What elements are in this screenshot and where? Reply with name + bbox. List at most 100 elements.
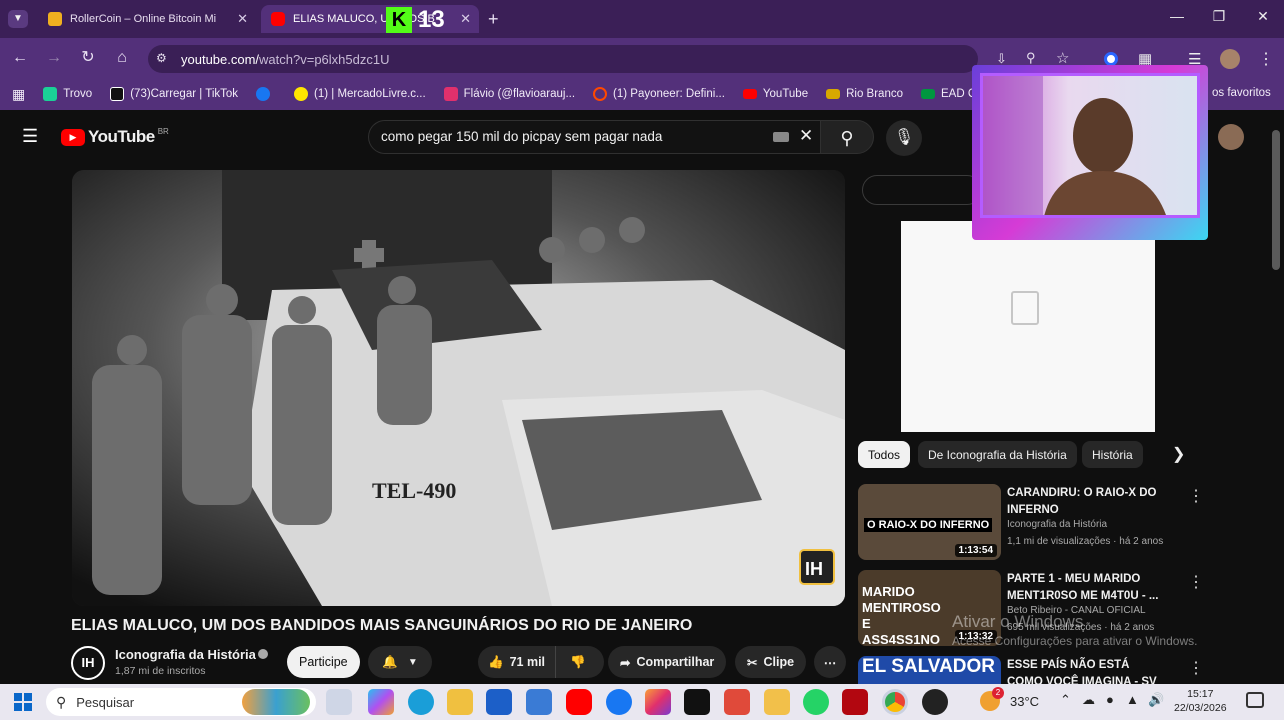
taskbar-search-placeholder: Pesquisar: [76, 694, 135, 710]
chevron-up-icon[interactable]: ⌃: [1060, 692, 1071, 708]
obs-icon[interactable]: [922, 689, 948, 715]
tab-close-icon[interactable]: ✕: [460, 11, 471, 27]
chip-historia[interactable]: História: [1082, 441, 1143, 468]
more-options-icon[interactable]: ⋮: [1188, 486, 1204, 506]
notification-icon[interactable]: [1246, 692, 1264, 708]
chevron-right-icon[interactable]: ❯: [1172, 444, 1185, 464]
recommended-video[interactable]: EL SALVADOR ESSE PAÍS NÃO ESTÁ COMO VOCÊ…: [858, 656, 1278, 684]
notifications-button[interactable]: 🔔 ▼: [368, 646, 432, 678]
bookmark-riobranco[interactable]: Rio Branco: [826, 88, 903, 100]
bookmark-tiktok[interactable]: (73)Carregar | TikTok: [110, 87, 238, 101]
recommended-meta: 1,1 mi de visualizações · há 2 anos: [1007, 536, 1164, 547]
facebook-app-icon[interactable]: [606, 689, 632, 715]
wifi-icon[interactable]: ▲: [1126, 692, 1139, 707]
tab-rollercoin[interactable]: RollerCoin – Online Bitcoin Mi ✕: [38, 5, 256, 33]
youtube-favicon: [271, 12, 285, 26]
chrome-icon[interactable]: [882, 689, 908, 715]
youtube-play-icon: ▶: [61, 128, 85, 146]
scissors-icon: ✂: [747, 655, 758, 670]
bookmark-label: Rio Branco: [846, 88, 903, 100]
reload-icon[interactable]: ↻: [78, 48, 98, 68]
trovo-icon: [43, 87, 58, 101]
forward-arrow-icon[interactable]: →: [44, 48, 64, 68]
taskbar-search-input[interactable]: ⚲ Pesquisar: [46, 688, 316, 716]
site-info-icon[interactable]: ⚙: [156, 51, 167, 65]
all-bookmarks-link[interactable]: os favoritos: [1212, 87, 1271, 99]
voice-search-button[interactable]: 🎙: [886, 120, 922, 156]
search-button[interactable]: ⚲: [820, 120, 874, 154]
tab-search-button[interactable]: ▼: [8, 10, 28, 28]
clear-search-icon[interactable]: ✕: [799, 126, 813, 146]
pdf-app-icon[interactable]: [724, 689, 750, 715]
task-view-icon[interactable]: [326, 689, 352, 715]
share-icon: ➦: [620, 655, 631, 670]
windows-activation-title: Ativar o Windows: [952, 612, 1084, 631]
bookmark-facebook[interactable]: [256, 87, 276, 101]
whatsapp-icon[interactable]: [803, 689, 829, 715]
hamburger-menu-icon[interactable]: ☰: [22, 126, 38, 147]
bookmark-label: Flávio (@flavioarauj...: [463, 88, 576, 100]
chip-channel[interactable]: De Iconografia da História: [918, 441, 1077, 468]
video-title: ELIAS MALUCO, UM DOS BANDIDOS MAIS SANGU…: [71, 617, 693, 634]
video-thumbnail: O RAIO-X DO INFERNO 1:13:54: [858, 484, 1001, 560]
like-count: 71 mil: [509, 655, 546, 669]
search-input[interactable]: como pegar 150 mil do picpay sem pagar n…: [368, 120, 820, 154]
close-window-button[interactable]: ✕: [1248, 8, 1278, 25]
edge-icon[interactable]: [408, 689, 434, 715]
tiktok-icon: [110, 87, 125, 101]
youtube-app-icon[interactable]: [566, 689, 592, 715]
bookmark-youtube[interactable]: YouTube: [742, 88, 808, 100]
volume-icon[interactable]: 🔊: [1148, 692, 1164, 708]
copilot-icon[interactable]: [368, 689, 394, 715]
bookmark-label: (1) Payoneer: Defini...: [613, 88, 725, 100]
bookmark-payoneer[interactable]: (1) Payoneer: Defini...: [593, 87, 725, 101]
maximize-button[interactable]: ❐: [1204, 8, 1234, 25]
store-icon[interactable]: [486, 689, 512, 715]
network-icon[interactable]: ☁: [1082, 692, 1095, 708]
back-arrow-icon[interactable]: ←: [10, 48, 30, 68]
clock[interactable]: 15:17 22/03/2026: [1174, 687, 1227, 715]
new-tab-button[interactable]: +: [488, 9, 499, 30]
bookmark-instagram[interactable]: Flávio (@flavioarauj...: [443, 87, 576, 101]
tab-close-icon[interactable]: ✕: [237, 11, 248, 27]
keyboard-icon[interactable]: [773, 132, 789, 142]
browser-menu-icon[interactable]: ⋮: [1258, 49, 1274, 69]
microphone-tray-icon[interactable]: ●: [1106, 692, 1114, 707]
recommended-video[interactable]: O RAIO-X DO INFERNO 1:13:54 CARANDIRU: O…: [858, 484, 1278, 564]
clip-button[interactable]: ✂ Clipe: [735, 646, 807, 678]
zoom-icon[interactable]: ⚲: [1026, 50, 1036, 66]
netflix-icon[interactable]: [842, 689, 868, 715]
sidebar-top-button[interactable]: [862, 175, 982, 205]
more-options-icon[interactable]: ⋮: [1188, 572, 1204, 592]
minimize-button[interactable]: —: [1162, 8, 1192, 24]
mail-icon[interactable]: [526, 689, 552, 715]
apps-grid-icon[interactable]: ▦: [12, 86, 25, 103]
account-avatar[interactable]: [1218, 124, 1244, 150]
address-bar[interactable]: ⚙ youtube.com/watch?v=p6lxh5dzc1U ⇩ ⚲ ☆: [148, 45, 1069, 73]
youtube-logo[interactable]: ▶ YouTube BR: [61, 127, 169, 147]
instagram-app-icon[interactable]: [645, 689, 671, 715]
weather-icon[interactable]: 2: [980, 687, 1004, 711]
more-actions-button[interactable]: ⋯: [814, 646, 846, 678]
bookmark-mercadolivre[interactable]: (1) | MercadoLivre.c...: [294, 87, 426, 101]
x-app-icon[interactable]: [684, 689, 710, 715]
dislike-button[interactable]: 👎: [556, 655, 600, 670]
video-player[interactable]: TEL-490 IH: [72, 170, 845, 606]
more-options-icon[interactable]: ⋮: [1188, 658, 1204, 678]
thumbs-up-icon: 👍: [488, 654, 504, 669]
like-button[interactable]: 👍 71 mil: [478, 646, 557, 678]
page-scrollbar[interactable]: [1272, 130, 1280, 270]
extension-icon[interactable]: [1104, 52, 1118, 66]
share-button[interactable]: ➦ Compartilhar: [608, 646, 727, 678]
notes-app-icon[interactable]: [764, 689, 790, 715]
channel-name[interactable]: Iconografia da História: [115, 647, 256, 662]
profile-avatar[interactable]: [1220, 49, 1240, 69]
file-explorer-icon[interactable]: [447, 689, 473, 715]
channel-avatar[interactable]: IH: [71, 646, 105, 680]
windows-start-icon[interactable]: [14, 693, 32, 711]
bookmark-trovo[interactable]: Trovo: [43, 87, 92, 101]
home-icon[interactable]: ⌂: [112, 48, 132, 68]
ad-placeholder[interactable]: [901, 221, 1155, 432]
join-button[interactable]: Participe: [287, 646, 360, 678]
chip-todos[interactable]: Todos: [858, 441, 911, 468]
